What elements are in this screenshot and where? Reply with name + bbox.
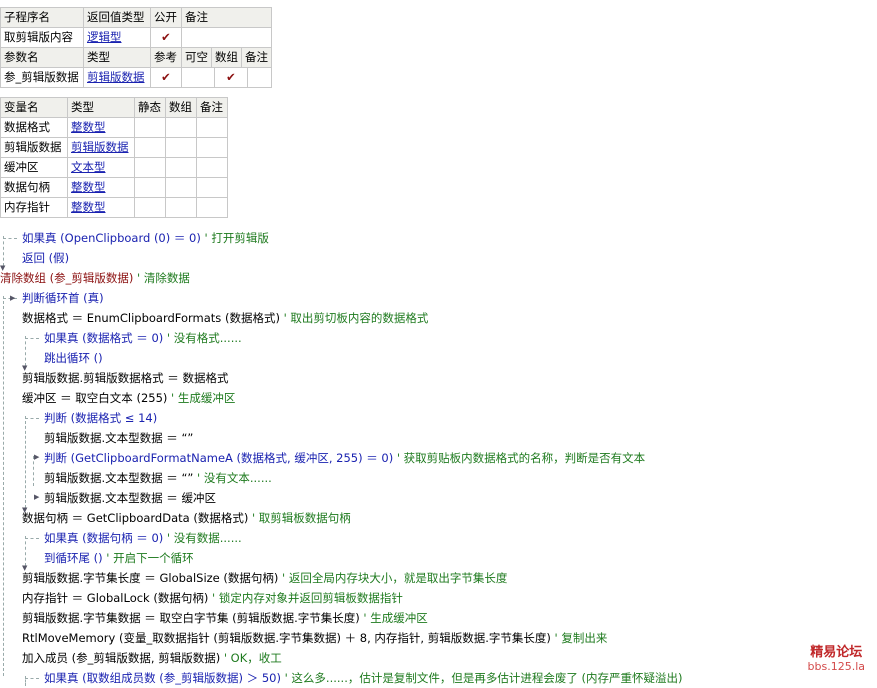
- table-row[interactable]: 剪辑版数据 剪辑版数据: [0, 137, 228, 158]
- code-line[interactable]: 剪辑版数据.文本型数据 ＝ 缓冲区: [44, 488, 216, 508]
- code-line[interactable]: 判断循环首 (真): [22, 288, 104, 308]
- flow-arrow-icon: ▶: [10, 294, 16, 302]
- col-var-type: 类型: [67, 97, 135, 118]
- flow-line: [25, 678, 39, 679]
- code-line[interactable]: 剪辑版数据.字节集数据 ＝ 取空白字节集 (剪辑版数据.字节集长度) ' 生成缓…: [22, 608, 428, 628]
- code-line[interactable]: 跳出循环 (): [44, 348, 103, 368]
- var-type-cell[interactable]: 整数型: [67, 197, 135, 218]
- col-param-name: 参数名: [0, 47, 84, 68]
- var-name-cell[interactable]: 数据句柄: [0, 177, 68, 198]
- flow-line: [25, 536, 26, 566]
- code-line[interactable]: 判断 (GetClipboardFormatNameA (数据格式, 缓冲区, …: [44, 448, 645, 468]
- watermark-logo: 精易论坛 bbs.125.la: [807, 645, 865, 673]
- param-note-cell[interactable]: [248, 68, 272, 87]
- code-line[interactable]: 剪辑版数据.剪辑版数据格式 ＝ 数据格式: [22, 368, 228, 388]
- flow-arrow-icon: ▶: [34, 453, 40, 461]
- col-return-type: 返回值类型: [83, 7, 151, 28]
- var-name-cell[interactable]: 数据格式: [0, 117, 68, 138]
- sub-public-check[interactable]: ✔: [150, 27, 182, 48]
- flow-line: [25, 538, 39, 539]
- var-name-cell[interactable]: 内存指针: [0, 197, 68, 218]
- code-line[interactable]: 数据句柄 ＝ GetClipboardData (数据格式) ' 取剪辑板数据句…: [22, 508, 351, 528]
- var-type-cell[interactable]: 剪辑版数据: [67, 137, 135, 158]
- flow-line: [25, 416, 26, 508]
- flow-line: [25, 338, 39, 339]
- col-param-note: 备注: [241, 48, 271, 67]
- col-param-array: 数组: [211, 48, 242, 67]
- flow-line: [3, 296, 4, 676]
- variable-table: 变量名 类型 静态 数组 备注 数据格式 整数型 剪辑版数据 剪辑版数据 缓冲区 文本…: [0, 97, 228, 218]
- param-type-cell[interactable]: 剪辑版数据: [83, 67, 151, 88]
- col-sub-name: 子程序名: [0, 7, 84, 28]
- var-name-cell[interactable]: 剪辑版数据: [0, 137, 68, 158]
- col-param-type: 类型: [83, 47, 151, 68]
- flow-line: [3, 238, 17, 239]
- param-array-check[interactable]: ✔: [214, 68, 248, 87]
- code-line[interactable]: 如果真 (数据格式 ＝ 0) ' 没有格式......: [44, 328, 242, 348]
- param-nullable-cell[interactable]: [182, 68, 215, 87]
- table-row[interactable]: 数据格式 整数型: [0, 117, 228, 138]
- code-line[interactable]: 剪辑版数据.文本型数据 ＝ “” ' 没有文本......: [44, 468, 272, 488]
- code-line[interactable]: 内存指针 ＝ GlobalLock (数据句柄) ' 锁定内存对象并返回剪辑板数…: [22, 588, 403, 608]
- code-line[interactable]: 加入成员 (参_剪辑版数据, 剪辑版数据) ' OK，收工: [22, 648, 282, 668]
- code-line[interactable]: 返回 (假): [22, 248, 69, 268]
- code-line[interactable]: 清除数组 (参_剪辑版数据) ' 清除数据: [0, 268, 190, 288]
- col-var-name: 变量名: [0, 97, 68, 118]
- code-line[interactable]: 判断 (数据格式 ≤ 14): [44, 408, 157, 428]
- code-line[interactable]: RtlMoveMemory (变量_取数据指针 (剪辑版数据.字节集数据) ＋ …: [22, 628, 607, 648]
- param-name-cell[interactable]: 参_剪辑版数据: [0, 67, 84, 88]
- sub-type-cell[interactable]: 逻辑型: [83, 27, 151, 48]
- param-ref-check[interactable]: ✔: [150, 67, 182, 88]
- sub-name-cell[interactable]: 取剪辑版内容: [0, 27, 84, 48]
- subroutine-table: 子程序名 返回值类型 公开 备注 取剪辑版内容 逻辑型 ✔ 参数名 类型 参考 …: [0, 7, 272, 88]
- col-public: 公开: [150, 7, 182, 28]
- col-var-array: 数组: [165, 97, 197, 118]
- table-row[interactable]: 内存指针 整数型: [0, 197, 228, 218]
- flow-arrow-icon: ▶: [34, 493, 40, 501]
- code-line[interactable]: 如果真 (OpenClipboard (0) ＝ 0) ' 打开剪辑版: [22, 228, 269, 248]
- col-var-note: 备注: [196, 97, 228, 118]
- code-line[interactable]: 如果真 (数据句柄 ＝ 0) ' 没有数据......: [44, 528, 242, 548]
- code-line[interactable]: 缓冲区 ＝ 取空白文本 (255) ' 生成缓冲区: [22, 388, 235, 408]
- sub-note-cell[interactable]: [181, 27, 272, 48]
- table-row[interactable]: 数据句柄 整数型: [0, 177, 228, 198]
- code-line[interactable]: 剪辑版数据.文本型数据 ＝ “”: [44, 428, 193, 448]
- code-line[interactable]: 如果真 (取数组成员数 (参_剪辑版数据) ＞ 50) ' 这么多......，…: [44, 668, 682, 688]
- table-row[interactable]: 缓冲区 文本型: [0, 157, 228, 178]
- col-note: 备注: [181, 7, 272, 28]
- flow-line: [3, 236, 4, 266]
- code-line[interactable]: 到循环尾 () ' 开启下一个循环: [44, 548, 194, 568]
- col-var-static: 静态: [134, 97, 166, 118]
- code-line[interactable]: 剪辑版数据.字节集长度 ＝ GlobalSize (数据句柄) ' 返回全局内存…: [22, 568, 507, 588]
- col-param-ref: 参考: [150, 47, 182, 68]
- var-type-cell[interactable]: 文本型: [67, 157, 135, 178]
- var-name-cell[interactable]: 缓冲区: [0, 157, 68, 178]
- flow-line: [25, 418, 39, 419]
- code-line[interactable]: 数据格式 ＝ EnumClipboardFormats (数据格式) ' 取出剪…: [22, 308, 428, 328]
- var-type-cell[interactable]: 整数型: [67, 117, 135, 138]
- flow-line: [25, 336, 26, 366]
- col-param-nullable: 可空: [182, 48, 212, 67]
- var-type-cell[interactable]: 整数型: [67, 177, 135, 198]
